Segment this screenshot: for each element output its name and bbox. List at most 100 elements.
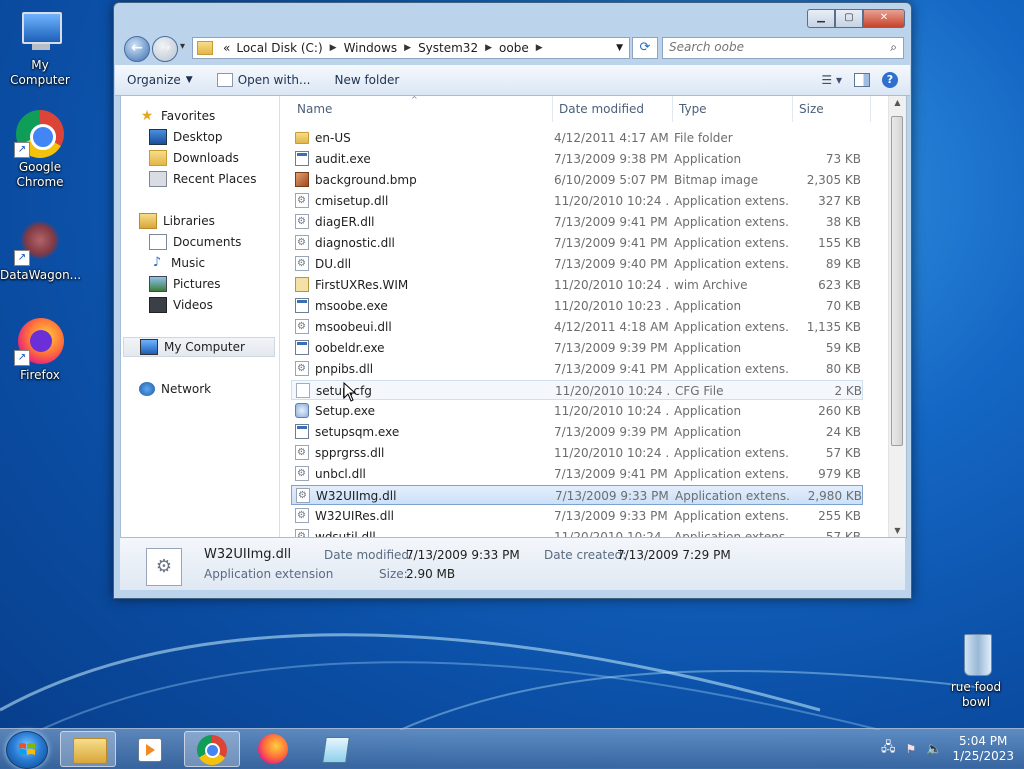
taskbar-explorer-button[interactable]	[60, 731, 116, 767]
open-with-button[interactable]: Open with...	[205, 73, 323, 87]
file-size: 73 KB	[825, 152, 861, 166]
exe-file-icon	[295, 424, 309, 439]
desktop-icon-datawagon[interactable]: ↗ DataWagon...	[0, 218, 81, 283]
system-tray: 🖧 ⚑ 🔈 5:04 PM 1/25/2023	[881, 729, 1014, 769]
file-row[interactable]: background.bmp 6/10/2009 5:07 PM Bitmap im…	[291, 170, 863, 190]
file-row[interactable]: W32UIRes.dll 7/13/2009 9:33 PM Application…	[291, 506, 863, 526]
file-row[interactable]: diagER.dll 7/13/2009 9:41 PM Application e…	[291, 212, 863, 232]
breadcrumb-system32[interactable]: System32	[418, 41, 478, 55]
file-row[interactable]: W32UIImg.dll 7/13/2009 9:33 PM Application…	[291, 485, 863, 505]
nav-documents[interactable]: Documents	[149, 232, 241, 252]
dll-file-icon	[295, 529, 309, 537]
nav-videos[interactable]: Videos	[149, 295, 213, 315]
search-icon[interactable]: ⌕	[890, 40, 897, 55]
file-row[interactable]: msoobe.exe 11/20/2010 10:23 ... Applicatio…	[291, 296, 863, 316]
scroll-up-icon[interactable]: ▲	[889, 98, 906, 107]
breadcrumb-local-disk[interactable]: Local Disk (C:)	[236, 41, 322, 55]
recent-pages-dropdown[interactable]: ▾	[180, 41, 185, 52]
file-size: 327 KB	[818, 194, 861, 208]
file-row[interactable]: setupsqm.exe 7/13/2009 9:39 PM Application…	[291, 422, 863, 442]
column-header-date[interactable]: Date modified	[553, 96, 673, 122]
file-date: 7/13/2009 9:41 PM	[554, 215, 668, 229]
taskbar-notepad-button[interactable]	[308, 731, 364, 767]
file-date: 11/20/2010 10:24 ...	[554, 404, 669, 418]
file-size: 255 KB	[818, 509, 861, 523]
vertical-scrollbar[interactable]: ▲ ▼	[888, 96, 906, 537]
scroll-thumb[interactable]	[891, 116, 903, 446]
file-row[interactable]: en-US 4/12/2011 4:17 AM File folder	[291, 128, 863, 148]
column-header-name[interactable]: Name ^	[291, 96, 553, 122]
nav-pictures[interactable]: Pictures	[149, 274, 221, 294]
taskbar-firefox-button[interactable]	[246, 731, 302, 767]
nav-desktop[interactable]: Desktop	[149, 127, 223, 147]
file-row[interactable]: cmisetup.dll 11/20/2010 10:24 ... Applicat…	[291, 191, 863, 211]
nav-recent-places[interactable]: Recent Places	[149, 169, 256, 189]
exe-file-icon	[295, 340, 309, 355]
organize-button[interactable]: Organize ▼	[115, 73, 205, 87]
file-row[interactable]: setup.cfg11/20/2010 10:24 ...CFG File2 K…	[291, 380, 863, 400]
file-date: 11/20/2010 10:23 ...	[554, 299, 669, 313]
breadcrumb-windows[interactable]: Windows	[344, 41, 398, 55]
address-overflow[interactable]: «	[223, 41, 230, 55]
network-tray-icon[interactable]: 🖧	[881, 738, 896, 760]
scroll-down-icon[interactable]: ▼	[889, 526, 906, 535]
maximize-button[interactable]: ▢	[835, 9, 863, 28]
column-header-type[interactable]: Type	[673, 96, 793, 122]
change-view-icon[interactable]: ☰ ▾	[821, 73, 842, 87]
help-button[interactable]: ?	[882, 72, 898, 88]
nav-favorites[interactable]: ★ Favorites	[139, 106, 216, 126]
preview-pane-icon[interactable]	[854, 73, 870, 87]
chevron-right-icon[interactable]: ▶	[536, 43, 543, 53]
chevron-right-icon[interactable]: ▶	[485, 43, 492, 53]
file-size: 59 KB	[825, 341, 861, 355]
file-row[interactable]: Setup.exe 11/20/2010 10:24 ... Application…	[291, 401, 863, 421]
desktop-icon-my-computer[interactable]: My Computer	[0, 8, 80, 88]
nav-my-computer[interactable]: My Computer	[123, 337, 275, 357]
nav-music[interactable]: ♪ Music	[149, 253, 205, 273]
search-box[interactable]: ⌕	[662, 37, 904, 59]
address-dropdown-icon[interactable]: ▼	[616, 43, 623, 53]
file-row[interactable]: pnpibs.dll 7/13/2009 9:41 PM Application e…	[291, 359, 863, 379]
file-row[interactable]: wdsutil.dll 11/20/2010 10:24 ... Applicati…	[291, 527, 863, 537]
forward-button[interactable]: →	[152, 36, 178, 62]
taskbar-chrome-button[interactable]	[184, 731, 240, 767]
close-button[interactable]: ✕	[863, 9, 905, 28]
file-row[interactable]: spprgrss.dll 11/20/2010 10:24 ... Applicat…	[291, 443, 863, 463]
desktop-icon-firefox[interactable]: ↗ Firefox	[0, 318, 80, 383]
volume-icon[interactable]: 🔈	[926, 742, 942, 757]
column-label: Date modified	[559, 102, 645, 116]
file-row[interactable]: msoobeui.dll 4/12/2011 4:18 AM Application…	[291, 317, 863, 337]
clock[interactable]: 5:04 PM 1/25/2023	[952, 734, 1014, 764]
address-bar[interactable]: « Local Disk (C:) ▶ Windows ▶ System32 ▶…	[192, 37, 630, 59]
back-button[interactable]: ←	[124, 36, 150, 62]
file-date: 7/13/2009 9:39 PM	[554, 341, 668, 355]
minimize-button[interactable]: ▁	[807, 9, 835, 28]
breadcrumb-oobe[interactable]: oobe	[499, 41, 529, 55]
refresh-button[interactable]: ⟳	[632, 37, 658, 59]
file-size: 24 KB	[825, 425, 861, 439]
desktop-icon-google-chrome[interactable]: ↗ Google Chrome	[0, 110, 80, 190]
nav-libraries[interactable]: Libraries	[139, 211, 215, 231]
new-folder-button[interactable]: New folder	[322, 73, 411, 87]
chevron-right-icon[interactable]: ▶	[404, 43, 411, 53]
file-row[interactable]: diagnostic.dll 7/13/2009 9:41 PM Applicati…	[291, 233, 863, 253]
start-button[interactable]	[6, 731, 48, 769]
file-type: Application extens...	[674, 215, 789, 229]
taskbar-media-player-button[interactable]	[122, 731, 178, 767]
file-size: 2 KB	[834, 384, 862, 398]
nav-network[interactable]: Network	[139, 379, 211, 399]
action-center-flag-icon[interactable]: ⚑	[906, 742, 917, 756]
file-row[interactable]: DU.dll 7/13/2009 9:40 PM Application exten…	[291, 254, 863, 274]
file-row[interactable]: oobeldr.exe 7/13/2009 9:39 PM Application 5…	[291, 338, 863, 358]
content-area: ★ Favorites Desktop Downloads Recent Pla…	[120, 96, 907, 538]
file-row[interactable]: unbcl.dll 7/13/2009 9:41 PM Application ex…	[291, 464, 863, 484]
file-type: Application	[674, 299, 742, 313]
chevron-right-icon[interactable]: ▶	[330, 43, 337, 53]
file-row[interactable]: FirstUXRes.WIM 11/20/2010 10:24 ... wim Ar…	[291, 275, 863, 295]
file-row[interactable]: audit.exe 7/13/2009 9:38 PM Application 73 …	[291, 149, 863, 169]
desktop-icon-recycle-bin[interactable]: rue food bowl	[935, 630, 1017, 710]
search-input[interactable]	[663, 38, 875, 56]
column-header-size[interactable]: Size	[793, 96, 871, 122]
file-type: Application	[674, 341, 742, 355]
nav-downloads[interactable]: Downloads	[149, 148, 239, 168]
